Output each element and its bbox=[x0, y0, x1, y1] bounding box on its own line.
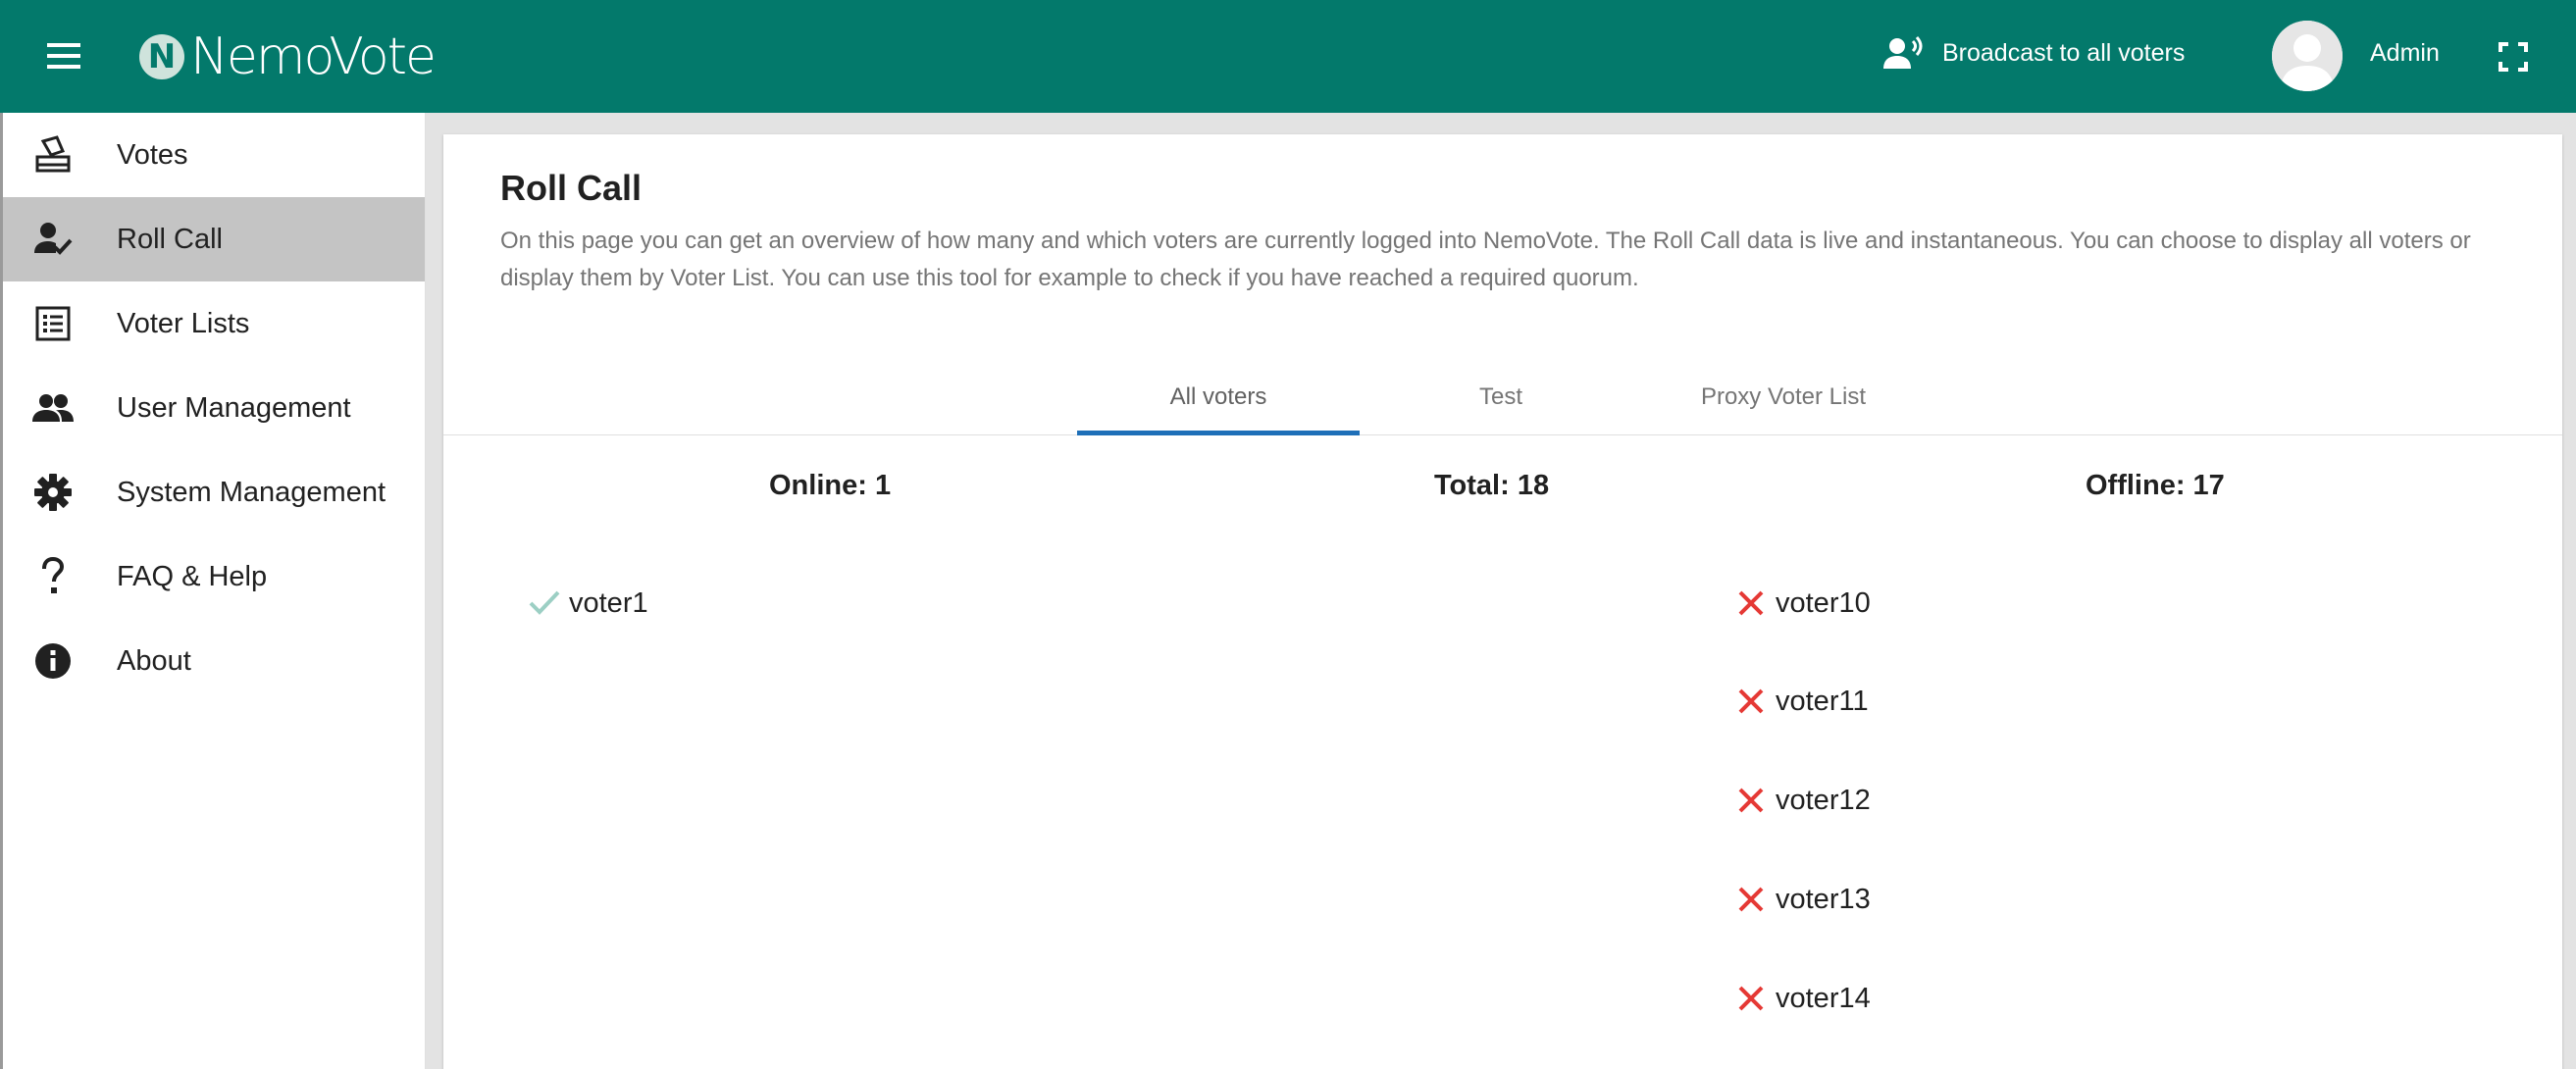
online-count: Online: 1 bbox=[769, 470, 892, 501]
online-voter-item: voter1 bbox=[528, 586, 648, 620]
user-avatar[interactable] bbox=[2272, 21, 2343, 91]
voter-name: voter1 bbox=[569, 586, 648, 619]
question-icon bbox=[3, 557, 117, 596]
voter-name: voter11 bbox=[1776, 685, 1869, 717]
broadcast-label: Broadcast to all voters bbox=[1942, 38, 2186, 67]
sidebar-item-label: System Management bbox=[117, 476, 386, 508]
sidebar-item-label: About bbox=[117, 644, 191, 677]
sidebar-item-user-management[interactable]: User Management bbox=[3, 366, 425, 450]
x-icon bbox=[1734, 883, 1768, 916]
info-icon bbox=[3, 641, 117, 681]
offline-count: Offline: 17 bbox=[2086, 470, 2225, 501]
user-name-label[interactable]: Admin bbox=[2370, 39, 2440, 68]
people-icon bbox=[3, 392, 117, 424]
offline-voter-item: voter12 bbox=[1734, 784, 1871, 817]
sidebar-item-votes[interactable]: Votes bbox=[3, 113, 425, 197]
voter-name: voter10 bbox=[1776, 586, 1871, 619]
sidebar-item-label: Votes bbox=[117, 138, 188, 171]
sidebar-nav: Votes Roll Call Voter Lists User Managem… bbox=[0, 113, 426, 1069]
offline-voter-item: voter10 bbox=[1734, 586, 1871, 620]
voter-name: voter13 bbox=[1776, 883, 1871, 915]
page-title: Roll Call bbox=[500, 168, 643, 208]
x-icon bbox=[1734, 685, 1768, 718]
fullscreen-glyph bbox=[2499, 42, 2528, 72]
fullscreen-icon[interactable] bbox=[2498, 41, 2529, 73]
active-tab-indicator bbox=[1077, 431, 1360, 435]
voter-name: voter12 bbox=[1776, 784, 1871, 816]
voter-name: voter14 bbox=[1776, 982, 1871, 1014]
x-icon bbox=[1734, 586, 1768, 620]
avatar-person-icon bbox=[2272, 21, 2343, 91]
x-icon bbox=[1734, 784, 1768, 817]
tab-proxy-voter-list[interactable]: Proxy Voter List bbox=[1642, 358, 1925, 435]
sidebar-item-faq-help[interactable]: FAQ & Help bbox=[3, 534, 425, 619]
offline-voter-item: voter13 bbox=[1734, 883, 1871, 916]
gear-icon bbox=[3, 473, 117, 512]
tab-all-voters[interactable]: All voters bbox=[1077, 358, 1360, 435]
voter-list-tabs: All voters Test Proxy Voter List bbox=[443, 358, 2562, 435]
total-count: Total: 18 bbox=[1434, 470, 1550, 501]
roll-call-card: Roll Call On this page you can get an ov… bbox=[443, 134, 2562, 1069]
ballot-box-icon bbox=[3, 135, 117, 175]
sidebar-item-label: Roll Call bbox=[117, 223, 223, 255]
hamburger-menu-icon[interactable] bbox=[39, 33, 88, 78]
logo-mark: N bbox=[139, 34, 184, 79]
top-app-bar: N NemoVote Broadcast to all voters Admin bbox=[0, 0, 2576, 113]
sidebar-item-roll-call[interactable]: Roll Call bbox=[3, 197, 425, 281]
sidebar-item-voter-lists[interactable]: Voter Lists bbox=[3, 281, 425, 366]
offline-voter-item: voter14 bbox=[1734, 982, 1871, 1015]
person-check-icon bbox=[3, 220, 117, 259]
offline-voter-item: voter11 bbox=[1734, 685, 1869, 718]
logo-text: NemoVote bbox=[190, 27, 437, 86]
sidebar-item-label: User Management bbox=[117, 391, 351, 424]
check-icon bbox=[528, 586, 561, 620]
broadcast-person-icon bbox=[1883, 36, 1923, 69]
sidebar-item-system-management[interactable]: System Management bbox=[3, 450, 425, 534]
tab-test[interactable]: Test bbox=[1360, 358, 1642, 435]
page-description: On this page you can get an overview of … bbox=[500, 228, 2471, 291]
sidebar-item-about[interactable]: About bbox=[3, 619, 425, 703]
list-icon bbox=[3, 306, 117, 341]
broadcast-button[interactable]: Broadcast to all voters bbox=[1883, 35, 2185, 71]
sidebar-item-label: Voter Lists bbox=[117, 307, 250, 339]
x-icon bbox=[1734, 982, 1768, 1015]
sidebar-item-label: FAQ & Help bbox=[117, 560, 268, 592]
app-logo[interactable]: N NemoVote bbox=[139, 27, 437, 86]
